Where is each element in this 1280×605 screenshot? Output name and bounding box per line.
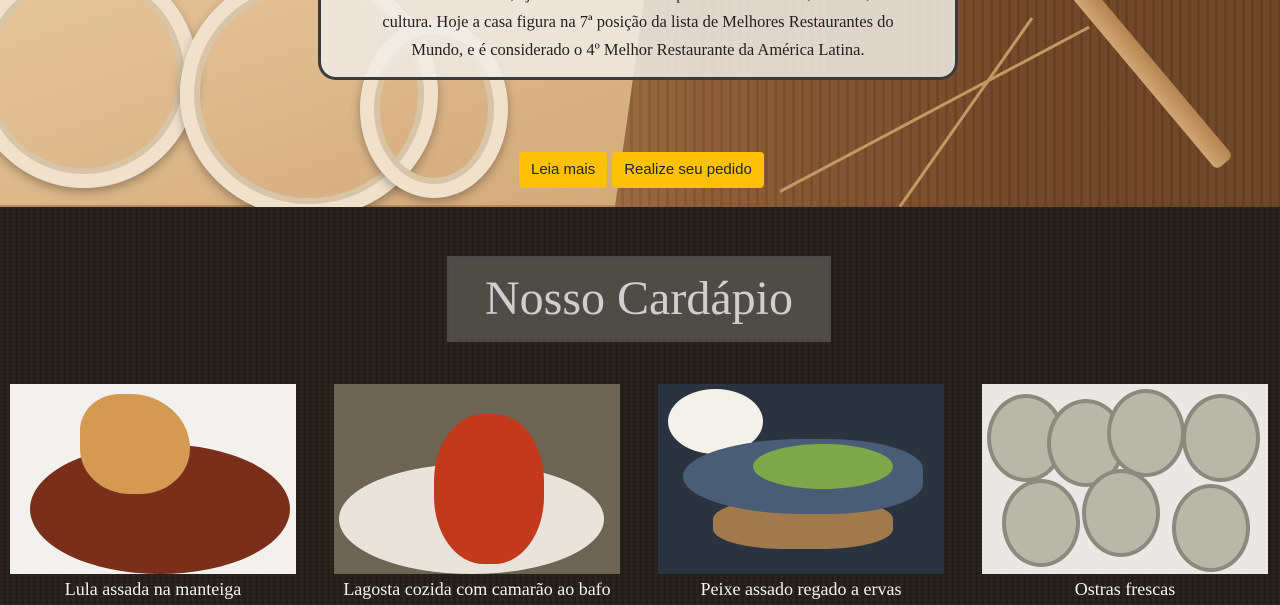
about-text-line: Mundo, e é considerado o 4º Melhor Resta… — [411, 40, 865, 59]
menu-item[interactable]: Lagosta cozida com camarão ao bafo — [334, 384, 620, 600]
about-text-box: transformando o bairro, ajudando a torná… — [318, 0, 958, 80]
menu-item-name: Peixe assado regado a ervas — [700, 579, 902, 599]
menu-section: Nosso Cardápio Lula assada na manteiga L… — [0, 207, 1280, 605]
menu-item[interactable]: Peixe assado regado a ervas — [658, 384, 944, 600]
squid-dish-image — [10, 384, 296, 574]
place-order-button[interactable]: Realize seu pedido — [612, 152, 764, 188]
menu-item-name: Lula assada na manteiga — [64, 579, 242, 599]
menu-item[interactable]: Ostras frescas — [982, 384, 1268, 600]
about-text-line: transformando o bairro, ajudando a torná… — [335, 0, 941, 8]
oysters-dish-image — [982, 384, 1268, 574]
menu-item[interactable]: Lula assada na manteiga — [10, 384, 296, 600]
menu-item-name: Ostras frescas — [1074, 579, 1176, 599]
rolling-pin-image — [1068, 0, 1234, 171]
fish-dish-image — [658, 384, 944, 574]
read-more-button[interactable]: Leia mais — [519, 152, 608, 188]
lobster-dish-image — [334, 384, 620, 574]
hero-buttons: Leia mais Realize seu pedido — [519, 152, 764, 188]
about-text-line: cultura. Hoje a casa figura na 7ª posiçã… — [382, 12, 894, 31]
menu-title: Nosso Cardápio — [447, 256, 831, 342]
hero-section: transformando o bairro, ajudando a torná… — [0, 0, 1280, 207]
menu-item-name: Lagosta cozida com camarão ao bafo — [343, 579, 611, 599]
